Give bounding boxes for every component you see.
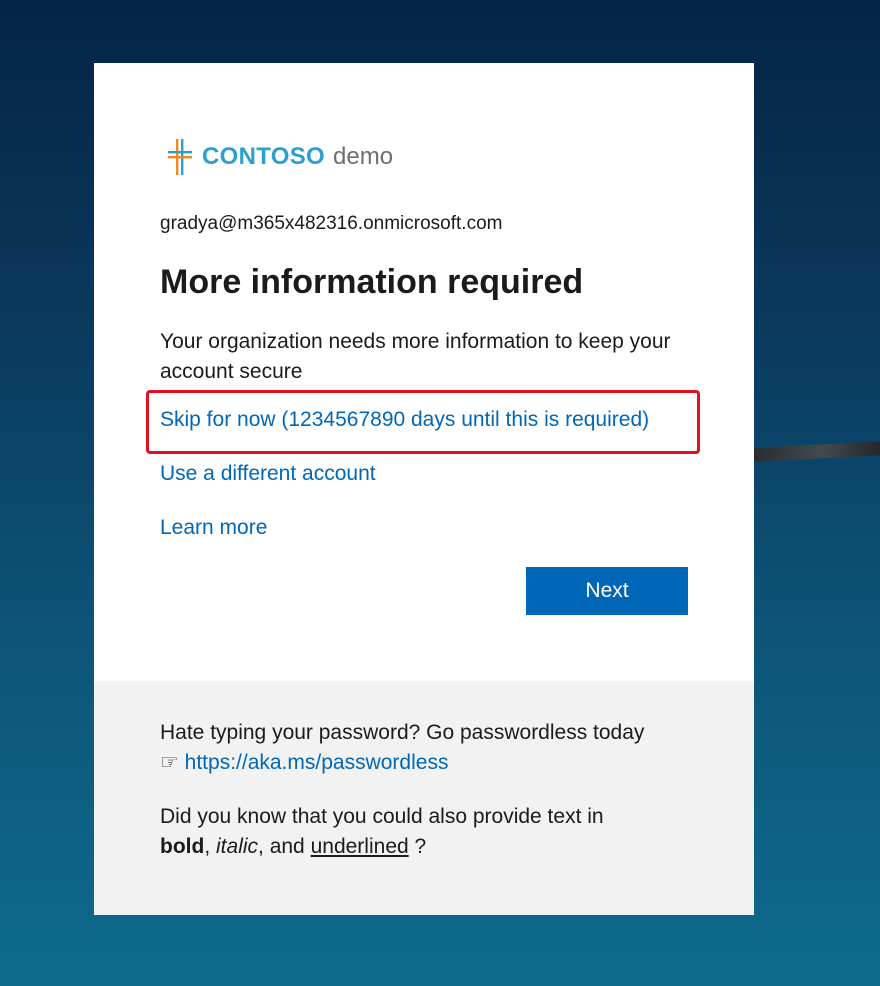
separator-and: , and	[258, 835, 305, 858]
description-text: Your organization needs more information…	[160, 330, 671, 383]
skip-for-now-link[interactable]: Skip for now (1234567890 days until this…	[160, 408, 649, 432]
sign-in-card: CONTOSO demo gradya@m365x482316.onmicros…	[94, 63, 754, 915]
learn-more-link[interactable]: Learn more	[160, 516, 267, 540]
page-title: More information required	[160, 263, 584, 301]
brand-logo: CONTOSO demo	[166, 135, 393, 179]
account-identity: gradya@m365x482316.onmicrosoft.com	[160, 213, 503, 234]
brand-suffix: demo	[333, 143, 394, 170]
formatting-tip: Did you know that you could also provide…	[160, 802, 700, 862]
brand-name: CONTOSO	[202, 143, 326, 170]
question-mark: ?	[414, 835, 427, 858]
next-button[interactable]: Next	[526, 567, 688, 615]
use-different-account-link[interactable]: Use a different account	[160, 462, 376, 486]
separator-comma: ,	[204, 835, 211, 858]
pointing-hand-icon: ☞	[160, 751, 179, 774]
card-main-section: CONTOSO demo gradya@m365x482316.onmicros…	[94, 63, 754, 681]
formatting-tip-prefix: Did you know that you could also provide…	[160, 805, 604, 828]
passwordless-promo-text: Hate typing your password? Go passwordle…	[160, 721, 645, 744]
background-streak	[751, 440, 880, 462]
passwordless-promo: Hate typing your password? Go passwordle…	[160, 718, 700, 778]
contoso-logo-icon	[168, 139, 192, 175]
italic-text: italic	[216, 835, 259, 858]
passwordless-link[interactable]: https://aka.ms/passwordless	[185, 751, 449, 774]
bold-text: bold	[160, 835, 205, 858]
underlined-text: underlined	[310, 835, 409, 858]
card-footer-section	[94, 681, 754, 915]
